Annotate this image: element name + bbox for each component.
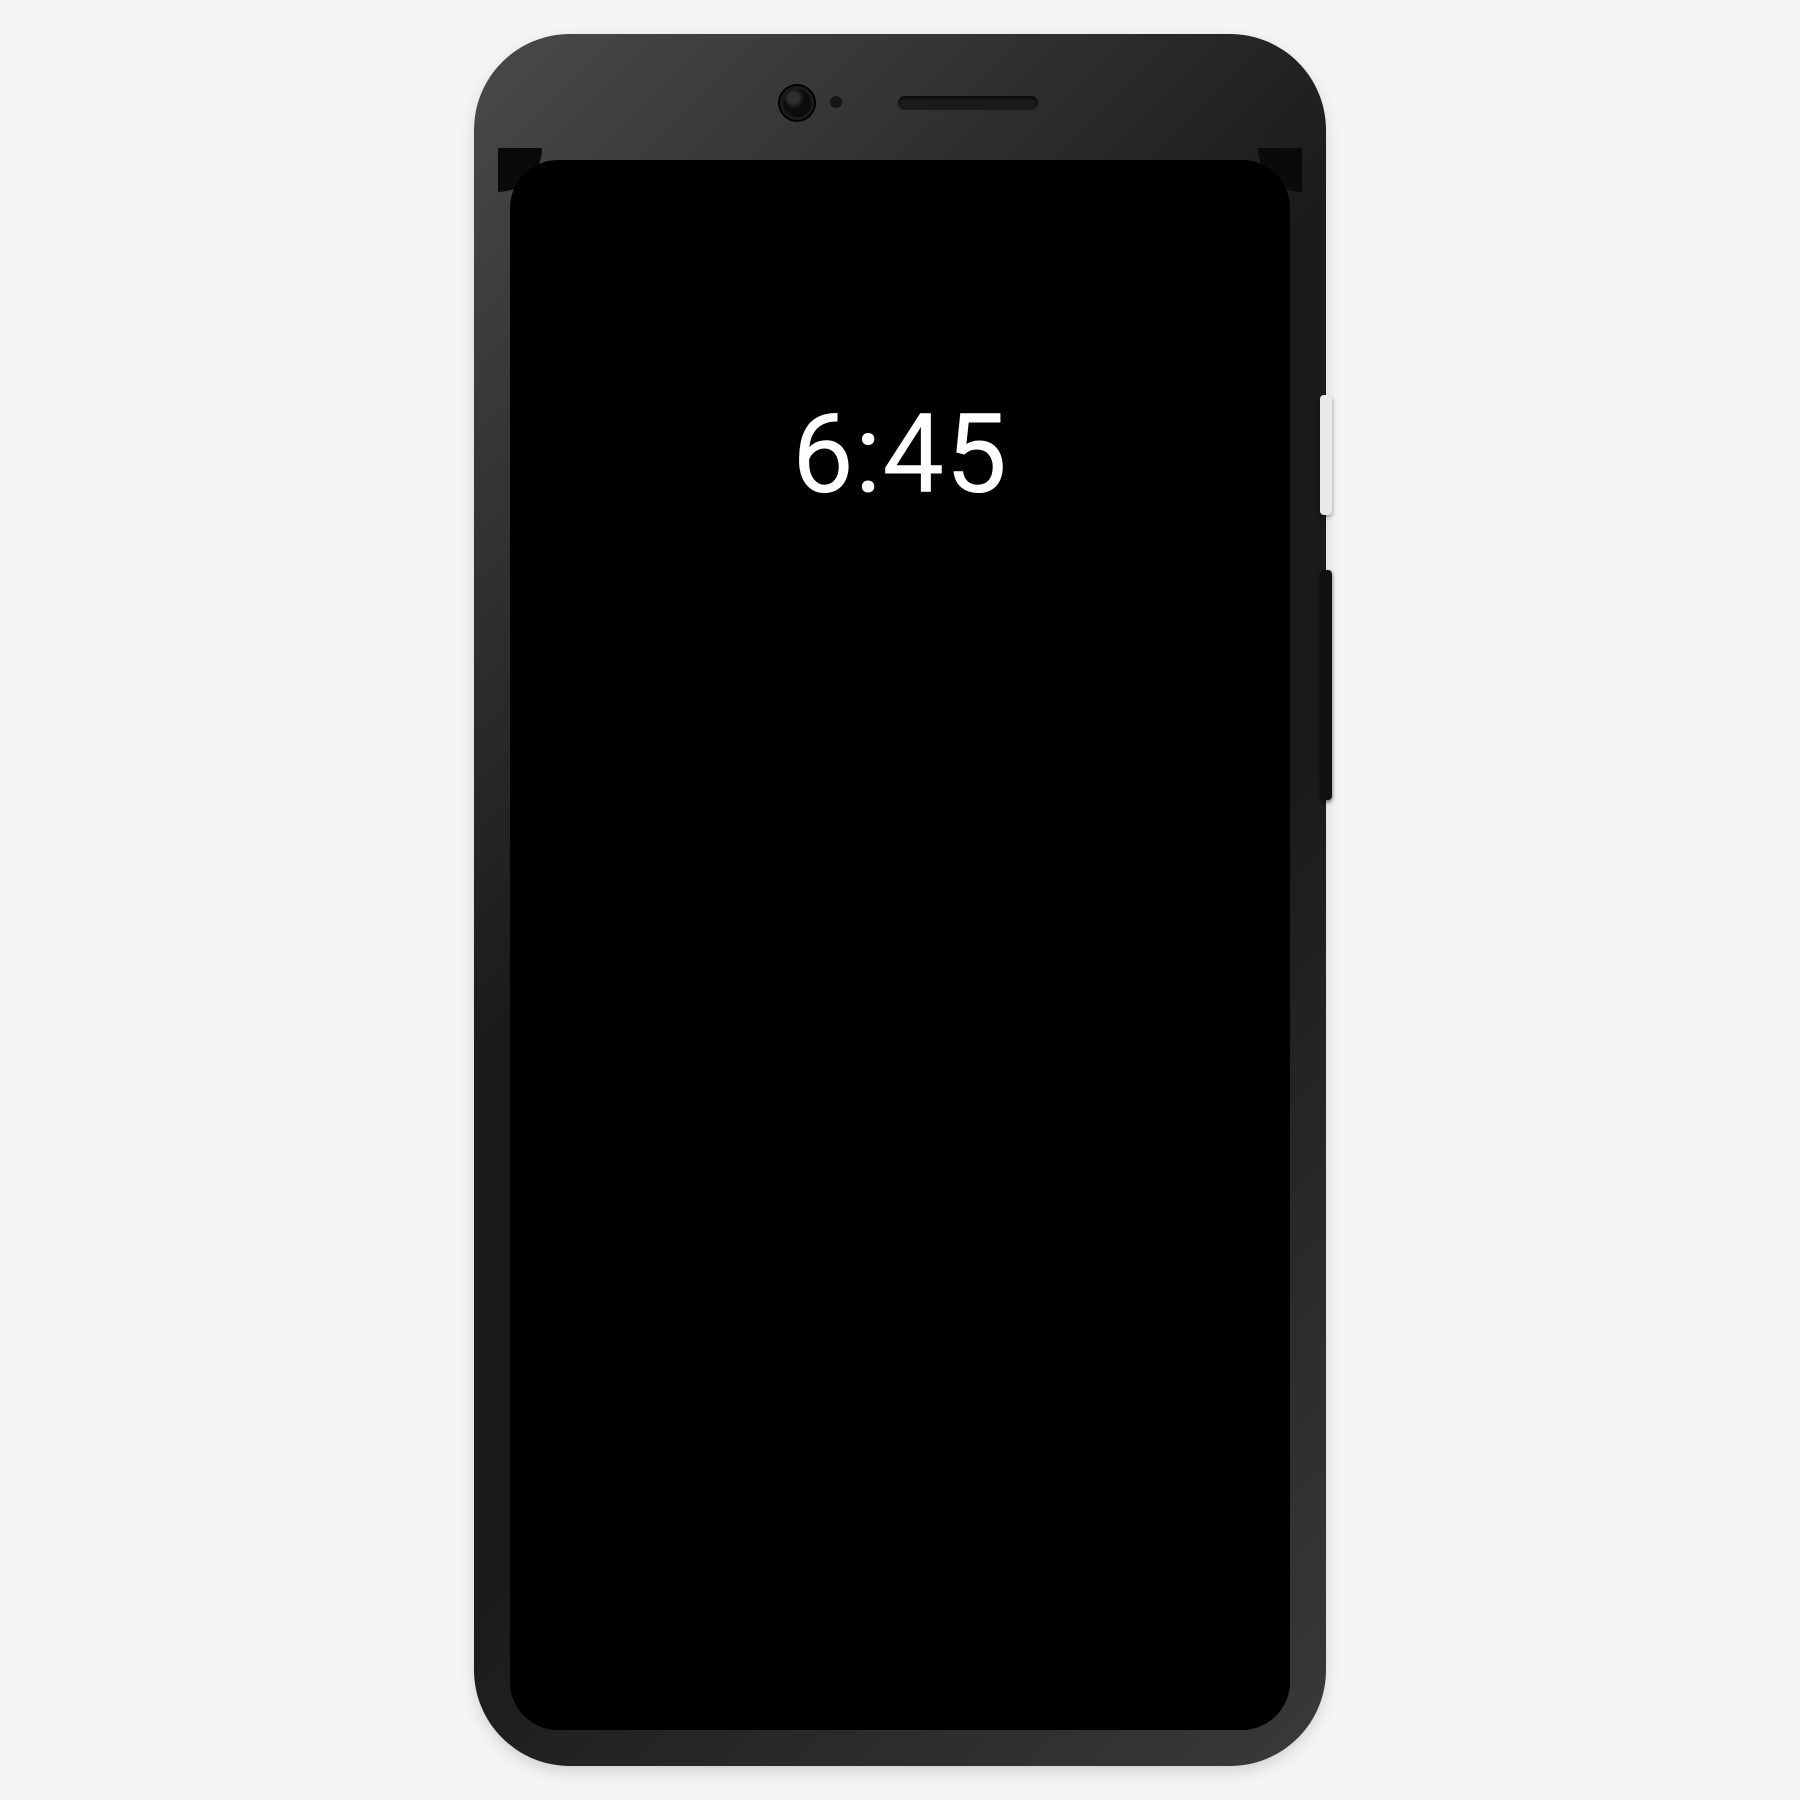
proximity-sensor-icon [830,96,842,108]
canvas: 6:45 [0,0,1800,1800]
phone-forehead [480,40,1320,160]
power-button[interactable] [1320,395,1332,515]
always-on-display[interactable]: 6:45 [510,160,1290,1730]
volume-rocker[interactable] [1320,570,1332,800]
earpiece-speaker-icon [898,96,1038,110]
phone-frame: 6:45 [480,40,1320,1760]
clock-time: 6:45 [510,390,1290,519]
front-camera-icon [780,86,814,120]
